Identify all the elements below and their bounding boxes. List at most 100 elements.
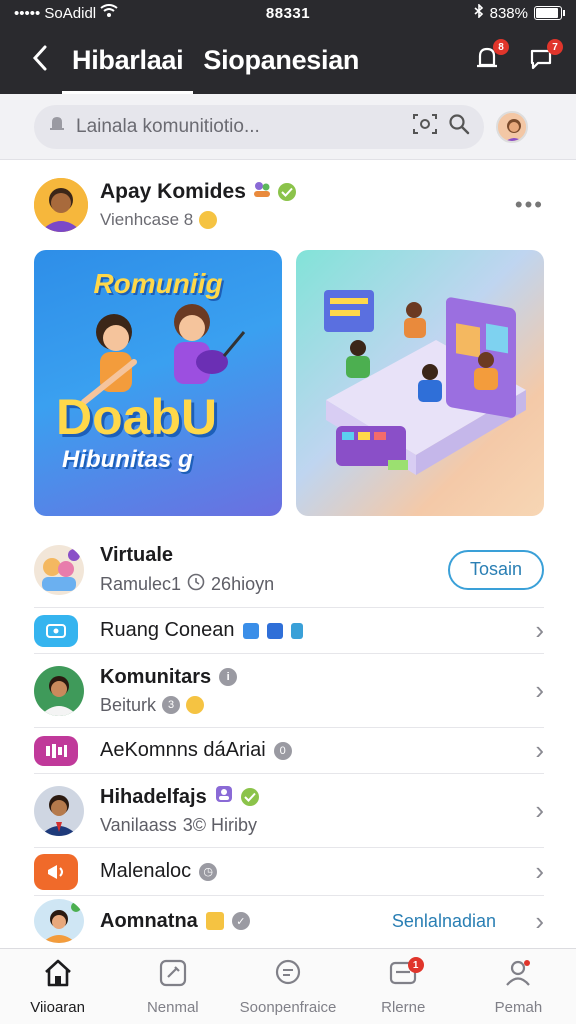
post-media: Romuniig DoabU Hibunitas g xyxy=(34,250,544,516)
chevron-right-icon: › xyxy=(535,615,544,645)
list-item[interactable]: Ruang Conean › xyxy=(34,608,544,654)
list-item[interactable]: Virtuale Ramulec1 26hioyn Tosain xyxy=(34,532,544,608)
battery-icon xyxy=(534,6,565,20)
nav-label: Nenmal xyxy=(146,998,199,1016)
nav-inbox[interactable]: 1 Rlerne xyxy=(346,949,461,1024)
info-icon: 0 xyxy=(273,741,292,760)
nav-chat[interactable]: Soonpenfraice xyxy=(230,949,345,1024)
verified-gray-icon: ✓ xyxy=(231,912,250,930)
tag-icon xyxy=(290,622,303,639)
item-subtitle-extra: 26hioyn xyxy=(211,573,275,594)
post-header: Apay Komides Vienhcase 8 ••• xyxy=(34,174,544,236)
nav-edit[interactable]: Nenmal xyxy=(115,949,230,1024)
item-title: Virtuale xyxy=(100,543,173,566)
chevron-right-icon: › xyxy=(535,675,544,705)
list-item[interactable]: Hihadelfajs Vanilaass 3© Hiriby › xyxy=(34,774,544,848)
messages-button[interactable]: 7 xyxy=(524,39,563,77)
nav-label: Pemah xyxy=(494,998,543,1016)
item-subtitle: Vanilaass xyxy=(100,815,177,835)
nav-home[interactable]: Viioaran xyxy=(0,949,115,1024)
bluetooth-icon xyxy=(474,3,484,22)
room-icon xyxy=(34,614,78,647)
tag-icon xyxy=(242,622,259,639)
author-avatar[interactable] xyxy=(34,178,88,232)
carrier-name: ••••• SoAdidl xyxy=(14,4,97,22)
search-input[interactable]: Lainala komunitiotio... xyxy=(34,104,484,149)
join-button[interactable]: Tosain xyxy=(448,549,544,590)
item-subtitle-extra: 3© Hiriby xyxy=(182,815,257,835)
item-title: Komunitars xyxy=(100,665,212,688)
komunitars-avatar xyxy=(34,665,84,716)
item-title: Aomnatna xyxy=(100,909,198,932)
chat-bubble-icon xyxy=(273,958,303,993)
item-title: Hihadelfajs xyxy=(100,785,207,808)
list-item[interactable]: AeKomnns dáAriai 0 › xyxy=(34,728,544,774)
item-subtitle: Ramulec1 xyxy=(100,573,182,594)
badge-icon: 3 xyxy=(162,696,181,714)
bell-small-icon xyxy=(48,114,66,139)
profile-icon xyxy=(503,958,533,993)
item-subtitle: Beiturk xyxy=(100,694,157,715)
item-title: Ruang Conean xyxy=(100,619,235,641)
media-big-text: DoabU xyxy=(56,389,218,445)
list-item[interactable]: Aomnatna ✓ Senlalnadian › xyxy=(34,896,544,946)
clock-icon xyxy=(187,573,205,596)
battery-percent: 838% xyxy=(489,4,528,22)
bottom-nav: Viioaran Nenmal Soonpenfraice 1 Rlerne P… xyxy=(0,948,576,1024)
inbox-badge: 1 xyxy=(407,957,424,973)
emoji-icon xyxy=(199,211,218,229)
media-image-workspace[interactable] xyxy=(296,250,544,516)
virtual-community-avatar xyxy=(34,544,84,595)
status-bar: ••••• SoAdidl 88331 838% xyxy=(0,0,576,26)
media-title: Romuniig xyxy=(93,268,223,299)
media-sub-text: Hibunitas g xyxy=(62,446,193,473)
status-time: 88331 xyxy=(265,4,311,22)
media-image-community[interactable]: Romuniig DoabU Hibunitas g xyxy=(34,250,282,516)
nav-label: Soonpenfraice xyxy=(239,998,337,1016)
search-placeholder: Lainala komunitiotio... xyxy=(76,115,260,137)
isometric-room-illustration xyxy=(324,290,526,475)
more-options-button[interactable]: ••• xyxy=(515,192,544,218)
item-title: AeKomnns dáAriai xyxy=(100,739,266,761)
message-badge: 7 xyxy=(547,39,563,55)
list-item[interactable]: Komunitars i Beiturk 3 › xyxy=(34,654,544,728)
notifications-button[interactable]: 8 xyxy=(470,39,509,77)
verified-icon xyxy=(277,183,296,201)
nav-label: Viioaran xyxy=(30,998,85,1016)
tab-hibarlaai[interactable]: Hibarlaai xyxy=(62,26,194,94)
post-subtitle: Vienhcase 8 xyxy=(100,210,194,229)
coin-icon xyxy=(205,912,224,930)
community-list: Virtuale Ramulec1 26hioyn Tosain Ruang C… xyxy=(34,532,544,946)
chevron-right-icon: › xyxy=(535,795,544,825)
nav-label: Rlerne xyxy=(381,998,426,1016)
tab-siopanesian[interactable]: Siopanesian xyxy=(193,26,369,94)
chevron-right-icon: › xyxy=(535,856,544,886)
info-icon: i xyxy=(219,668,238,686)
emoji-icon xyxy=(186,696,205,714)
nav-profile[interactable]: Pemah xyxy=(461,949,576,1024)
people-icon xyxy=(215,785,233,809)
scan-icon[interactable] xyxy=(412,113,438,140)
notification-badge: 8 xyxy=(493,39,509,55)
author-name[interactable]: Apay Komides xyxy=(100,180,246,204)
item-link[interactable]: Senlalnadian xyxy=(392,911,496,932)
wifi-icon xyxy=(100,4,118,22)
search-icon[interactable] xyxy=(448,113,470,140)
home-icon xyxy=(42,958,74,993)
stream-icon xyxy=(34,735,78,766)
chevron-right-icon: › xyxy=(535,735,544,765)
verified-icon xyxy=(240,788,259,806)
hihadelfajs-avatar xyxy=(34,785,84,836)
edit-icon xyxy=(158,958,188,993)
megaphone-icon xyxy=(34,853,78,890)
app-header: Hibarlaai Siopanesian 8 7 xyxy=(0,26,576,94)
aomnatna-avatar xyxy=(34,899,84,943)
search-bar-row: Lainala komunitiotio... xyxy=(0,94,576,160)
chevron-left-icon xyxy=(30,44,50,77)
back-button[interactable] xyxy=(18,38,62,82)
clock-icon: ◷ xyxy=(199,862,218,881)
profile-avatar[interactable] xyxy=(496,110,528,143)
item-title: Malenaloc xyxy=(100,860,192,882)
tag-icon xyxy=(266,622,283,639)
list-item[interactable]: Malenaloc ◷ › xyxy=(34,848,544,896)
